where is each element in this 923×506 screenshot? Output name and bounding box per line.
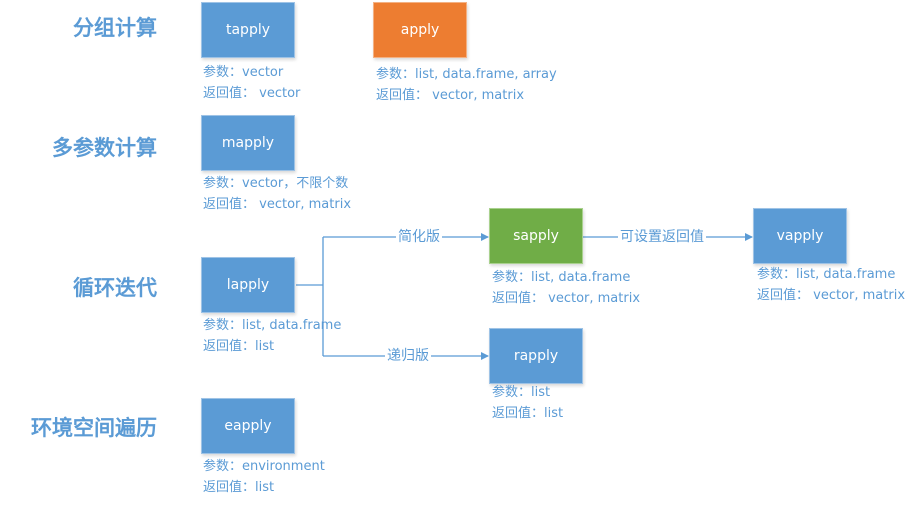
note-lapply: 参数：list, data.frame 返回值：list [203, 315, 341, 357]
params-text: 参数：list, data.frame [203, 318, 342, 333]
returns-text: 返回值： vector, matrix [203, 197, 352, 212]
params-text: 参数：list, data.frame [757, 267, 896, 282]
returns-text: 返回值：list [492, 406, 564, 421]
params-text: 参数：environment [203, 459, 325, 474]
node-rapply[interactable]: rapply [489, 328, 583, 384]
returns-text: 返回值：list [203, 339, 275, 354]
node-label: lapply [226, 277, 270, 293]
edge-label-set-return: 可设置返回值 [618, 228, 706, 246]
params-text: 参数：list, data.frame, array [376, 67, 557, 82]
note-mapply: 参数：vector，不限个数 返回值： vector, matrix [203, 173, 351, 215]
note-vapply: 参数：list, data.frame 返回值： vector, matrix [757, 264, 905, 306]
note-tapply: 参数：vector 返回值： vector [203, 62, 300, 104]
note-eapply: 参数：environment 返回值：list [203, 456, 325, 498]
note-apply: 参数：list, data.frame, array 返回值： vector, … [376, 64, 557, 106]
node-tapply[interactable]: tapply [201, 2, 295, 58]
node-label: eapply [224, 418, 272, 434]
returns-text: 返回值： vector [203, 86, 301, 101]
note-rapply: 参数：list 返回值：list [492, 382, 563, 424]
node-label: mapply [221, 135, 275, 151]
params-text: 参数：vector [203, 65, 284, 80]
node-label: vapply [776, 228, 824, 244]
returns-text: 返回值： vector, matrix [492, 291, 641, 306]
node-eapply[interactable]: eapply [201, 398, 295, 454]
returns-text: 返回值： vector, matrix [376, 88, 525, 103]
node-lapply[interactable]: lapply [201, 257, 295, 313]
node-vapply[interactable]: vapply [753, 208, 847, 264]
node-label: apply [400, 22, 440, 38]
params-text: 参数：list, data.frame [492, 270, 631, 285]
params-text: 参数：list [492, 385, 551, 400]
node-mapply[interactable]: mapply [201, 115, 295, 171]
note-sapply: 参数：list, data.frame 返回值： vector, matrix [492, 267, 640, 309]
returns-text: 返回值： vector, matrix [757, 288, 906, 303]
node-label: sapply [513, 228, 559, 244]
node-label: tapply [225, 22, 271, 38]
node-sapply[interactable]: sapply [489, 208, 583, 264]
node-apply[interactable]: apply [373, 2, 467, 58]
edge-label-simplified: 简化版 [396, 228, 442, 246]
returns-text: 返回值：list [203, 480, 275, 495]
edge-label-recursive: 递归版 [385, 347, 431, 365]
node-label: rapply [513, 348, 559, 364]
params-text: 参数：vector，不限个数 [203, 176, 349, 191]
